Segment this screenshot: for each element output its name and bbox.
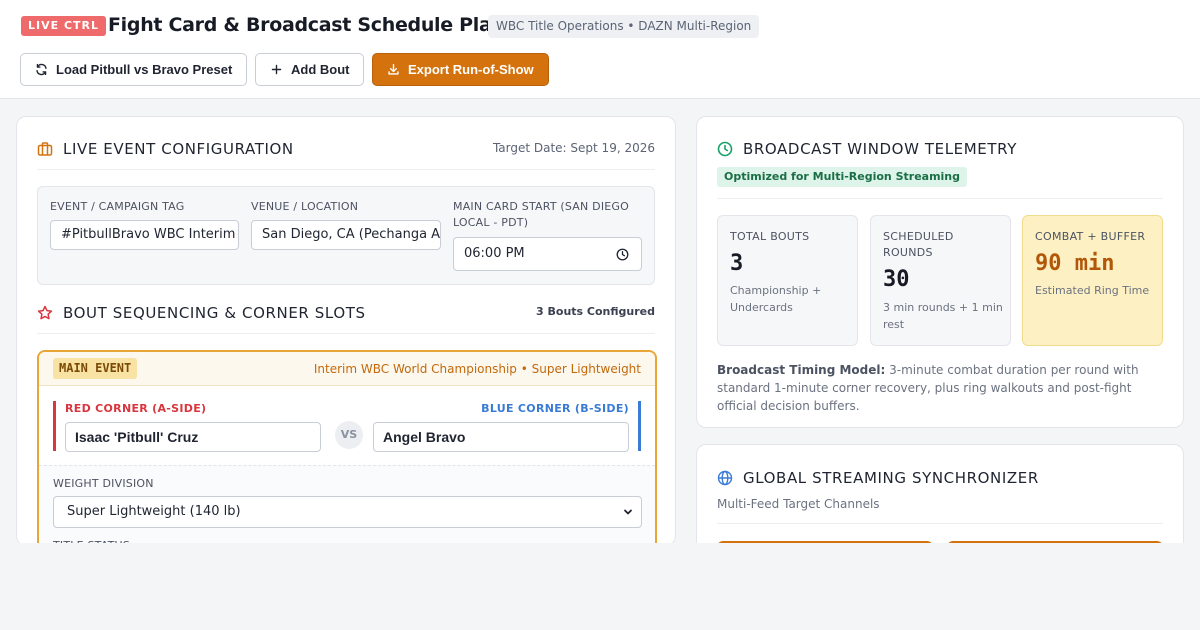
add-bout-button[interactable]: Add Bout	[255, 53, 365, 86]
divider	[717, 198, 1163, 199]
event-config-card: LIVE EVENT CONFIGURATION Target Date: Se…	[16, 116, 676, 546]
stat-value: 3	[730, 251, 744, 276]
sync-subtitle: Multi-Feed Target Channels	[717, 497, 880, 511]
stat-combat-buffer: COMBAT + BUFFER 90 min Estimated Ring Ti…	[1022, 215, 1163, 346]
sync-heading-text: GLOBAL STREAMING SYNCHRONIZER	[743, 469, 1039, 487]
bouts-heading-text: BOUT SEQUENCING & CORNER SLOTS	[63, 304, 366, 322]
timing-model-title: Broadcast Timing Model:	[717, 363, 886, 377]
blue-corner-input[interactable]: Angel Bravo	[373, 422, 629, 452]
blue-corner-bar	[638, 401, 641, 451]
org-pill: WBC Title Operations • DAZN Multi-Region	[488, 15, 760, 38]
viewport-fill	[0, 543, 1200, 630]
sync-heading: GLOBAL STREAMING SYNCHRONIZER	[717, 469, 1039, 487]
config-fields-panel: EVENT / CAMPAIGN TAG #PitbullBravo WBC I…	[37, 186, 655, 285]
blue-corner-label: BLUE CORNER (B-SIDE)	[481, 402, 629, 415]
globe-icon	[717, 470, 733, 486]
export-run-of-show-button[interactable]: Export Run-of-Show	[372, 53, 549, 86]
main-card-start-value: 06:00 PM	[464, 246, 525, 261]
bout-header: MAIN EVENT Interim WBC World Championshi…	[39, 352, 655, 386]
top-bar: LIVE CTRL Fight Card & Broadcast Schedul…	[0, 0, 1200, 99]
streaming-optimized-badge: Optimized for Multi-Region Streaming	[717, 167, 968, 187]
clock-icon[interactable]	[616, 248, 629, 261]
config-heading-text: LIVE EVENT CONFIGURATION	[63, 140, 294, 158]
red-corner-input[interactable]: Isaac 'Pitbull' Cruz	[65, 422, 321, 452]
briefcase-icon	[37, 142, 53, 156]
stat-subtext: 3 min rounds + 1 min rest	[883, 301, 1003, 331]
telemetry-heading: BROADCAST WINDOW TELEMETRY	[717, 140, 1017, 158]
clock-icon	[717, 141, 733, 157]
export-label: Export Run-of-Show	[408, 62, 534, 77]
stat-label: COMBAT + BUFFER	[1035, 230, 1146, 243]
bouts-count: 3 Bouts Configured	[536, 305, 655, 318]
timing-model-note: Broadcast Timing Model: 3-minute combat …	[717, 361, 1167, 415]
divider	[37, 169, 655, 170]
stat-scheduled-rounds: SCHEDULED ROUNDS 30 3 min rounds + 1 min…	[870, 215, 1011, 346]
stat-value: 30	[883, 267, 910, 292]
stat-label: SCHEDULED ROUNDS	[883, 230, 954, 259]
main-card-start-label: MAIN CARD START (SAN DIEGO LOCAL - PDT)	[453, 200, 630, 229]
add-bout-label: Add Bout	[291, 62, 350, 77]
weight-division-select[interactable]: Super Lightweight (140 lb)	[53, 496, 642, 528]
bouts-heading: BOUT SEQUENCING & CORNER SLOTS	[37, 304, 366, 322]
streaming-sync-card: GLOBAL STREAMING SYNCHRONIZER Multi-Feed…	[696, 444, 1184, 554]
plus-icon	[271, 64, 282, 75]
load-preset-button[interactable]: Load Pitbull vs Bravo Preset	[20, 53, 248, 86]
bout-title: Interim WBC World Championship • Super L…	[313, 362, 641, 376]
load-preset-label: Load Pitbull vs Bravo Preset	[56, 62, 233, 77]
telemetry-heading-text: BROADCAST WINDOW TELEMETRY	[743, 140, 1017, 158]
venue-input[interactable]: San Diego, CA (Pechanga Arena)	[251, 220, 441, 250]
stat-total-bouts: TOTAL BOUTS 3 Championship + Undercards	[717, 215, 858, 346]
refresh-icon	[36, 63, 47, 76]
chevron-down-icon	[624, 509, 632, 515]
stat-subtext: Championship + Undercards	[730, 284, 822, 314]
divider	[717, 523, 1163, 524]
download-icon	[388, 63, 399, 75]
live-control-badge: LIVE CTRL	[21, 16, 107, 36]
main-event-bout-card: MAIN EVENT Interim WBC World Championshi…	[37, 350, 657, 545]
venue-label: VENUE / LOCATION	[251, 200, 359, 213]
vs-badge: VS	[335, 421, 363, 449]
event-tag-input[interactable]: #PitbullBravo WBC Interim Champions	[50, 220, 239, 250]
divider	[37, 333, 655, 334]
stat-label: TOTAL BOUTS	[730, 230, 810, 243]
event-tag-label: EVENT / CAMPAIGN TAG	[50, 200, 185, 213]
star-icon	[37, 305, 53, 320]
main-card-start-input[interactable]: 06:00 PM	[453, 237, 642, 271]
red-corner-bar	[53, 401, 56, 451]
broadcast-telemetry-card: BROADCAST WINDOW TELEMETRY Optimized for…	[696, 116, 1184, 428]
weight-division-value: Super Lightweight (140 lb)	[67, 504, 241, 519]
stat-subtext: Estimated Ring Time	[1035, 284, 1150, 297]
app-title: Fight Card & Broadcast Schedule Planner	[108, 14, 540, 36]
stat-value: 90 min	[1035, 251, 1115, 276]
red-corner-label: RED CORNER (A-SIDE)	[65, 402, 207, 415]
config-heading: LIVE EVENT CONFIGURATION	[37, 140, 294, 158]
target-date: Target Date: Sept 19, 2026	[492, 141, 655, 155]
weight-division-label: WEIGHT DIVISION	[53, 477, 154, 490]
main-event-tag: MAIN EVENT	[53, 358, 138, 379]
